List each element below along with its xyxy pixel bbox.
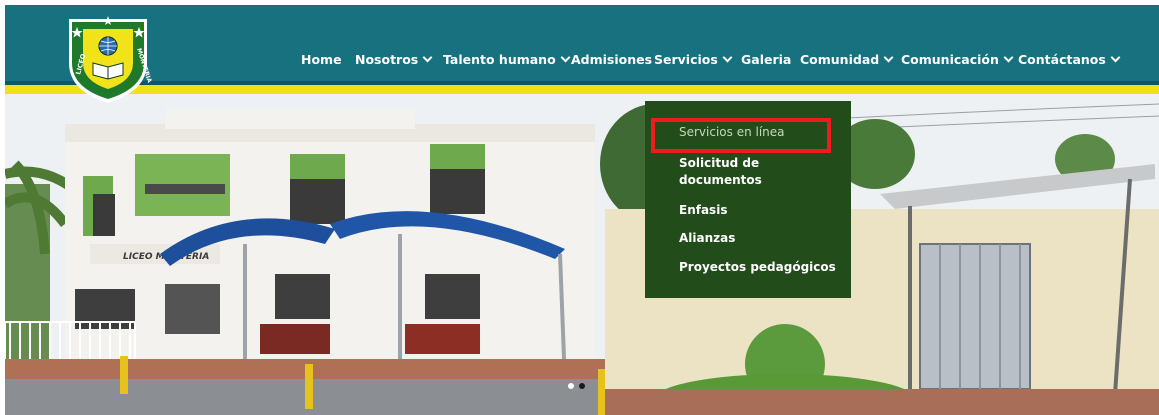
nav-label: Contáctanos xyxy=(1018,52,1106,67)
nav-contactanos[interactable]: Contáctanos xyxy=(1018,51,1121,69)
school-logo[interactable]: LICEO MONTERIA xyxy=(63,13,153,105)
hero-slider-image: LICEO MONTERIA xyxy=(5,94,1159,415)
chevron-down-icon xyxy=(1003,52,1014,63)
menu-item-solicitud-documentos[interactable]: Solicitud de documentos xyxy=(679,155,789,189)
nav-label: Nosotros xyxy=(355,52,419,67)
nav-admisiones[interactable]: Admisiones xyxy=(571,51,652,69)
header-yellow-stripe xyxy=(5,85,1159,94)
nav-nosotros[interactable]: Nosotros xyxy=(355,51,433,69)
menu-item-proyectos-pedagogicos[interactable]: Proyectos pedagógicos xyxy=(679,259,849,276)
nav-label: Admisiones xyxy=(571,52,653,67)
menu-item-label: Alianzas xyxy=(679,231,736,245)
nav-label: Talento humano xyxy=(443,52,556,67)
nav-talento-humano[interactable]: Talento humano xyxy=(443,51,571,69)
menu-item-label: Enfasis xyxy=(679,203,728,217)
nav-home[interactable]: Home xyxy=(301,51,342,69)
school-building-photo: LICEO MONTERIA xyxy=(5,94,1159,415)
menu-item-enfasis[interactable]: Enfasis xyxy=(679,202,839,219)
page-frame: LICEO MONTERIA Home Nosotros Talento hum… xyxy=(5,5,1159,415)
chevron-down-icon xyxy=(722,52,733,63)
menu-item-alianzas[interactable]: Alianzas xyxy=(679,230,839,247)
nav-galeria[interactable]: Galeria xyxy=(741,51,791,69)
chevron-down-icon xyxy=(560,52,571,63)
slider-dot[interactable] xyxy=(579,383,585,389)
nav-label: Servicios xyxy=(654,52,718,67)
menu-item-label: Proyectos pedagógicos xyxy=(679,260,836,274)
nav-comunidad[interactable]: Comunidad xyxy=(800,51,894,69)
slider-dot-active[interactable] xyxy=(568,383,574,389)
nav-label: Comunicación xyxy=(901,52,999,67)
nav-comunicacion[interactable]: Comunicación xyxy=(901,51,1014,69)
chevron-down-icon xyxy=(1110,52,1121,63)
menu-item-label: Solicitud de documentos xyxy=(679,156,762,187)
chevron-down-icon xyxy=(883,52,894,63)
chevron-down-icon xyxy=(422,52,433,63)
slider-pagination xyxy=(568,383,590,391)
main-nav: Home Nosotros Talento humano Admisiones … xyxy=(5,51,1159,73)
nav-label: Comunidad xyxy=(800,52,880,67)
nav-label: Galeria xyxy=(741,52,792,67)
highlight-annotation-box xyxy=(651,118,831,153)
nav-servicios[interactable]: Servicios xyxy=(654,51,733,69)
school-crest-icon: LICEO MONTERIA xyxy=(69,16,153,103)
nav-label: Home xyxy=(301,52,342,67)
